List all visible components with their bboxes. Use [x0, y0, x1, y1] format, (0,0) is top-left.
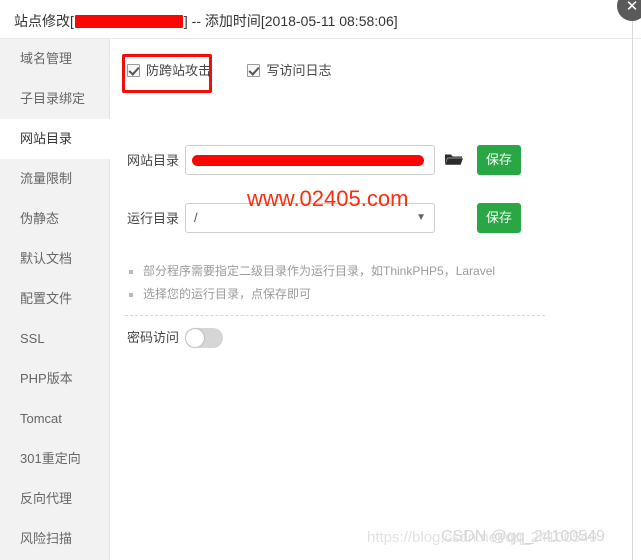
sidebar-item-reverse-proxy[interactable]: 反向代理 [0, 479, 109, 519]
checkbox-access-log[interactable]: 写访问日志 [247, 60, 331, 79]
checkbox-access-log-box[interactable] [247, 64, 261, 77]
options-row: 防跨站攻击 写访问日志 [127, 60, 363, 82]
run-directory-value: / [194, 210, 198, 225]
sidebar: 域名管理 子目录绑定 网站目录 流量限制 伪静态 默认文档 配置文件 SSL P… [0, 39, 110, 560]
checkbox-anti-crosssite-box[interactable] [127, 64, 140, 77]
sidebar-item-config-file[interactable]: 配置文件 [0, 279, 109, 319]
run-directory-label: 运行目录 [127, 211, 180, 226]
checkbox-access-log-label: 写访问日志 [266, 63, 332, 78]
page-title-suffix: ] -- 添加时间[2018-05-11 08:58:06] [183, 13, 398, 29]
run-directory-select[interactable]: / ▼ [185, 203, 435, 233]
sidebar-item-301-redirect[interactable]: 301重定向 [0, 439, 109, 479]
hint-item: 选择您的运行目录，点保存即可 [127, 283, 547, 306]
toggle-knob [186, 329, 204, 347]
page-title: 站点修改[ ] -- 添加时间[2018-05-11 08:58:06] [14, 11, 398, 31]
checkbox-anti-crosssite[interactable]: 防跨站攻击 [127, 60, 211, 79]
redacted-path-bar [192, 155, 424, 166]
folder-icon[interactable] [441, 145, 467, 175]
sidebar-item-traffic-limit[interactable]: 流量限制 [0, 159, 109, 199]
site-directory-input[interactable] [185, 145, 435, 175]
sidebar-item-ssl[interactable]: SSL [0, 319, 109, 359]
sidebar-item-default-document[interactable]: 默认文档 [0, 239, 109, 279]
site-directory-row: 网站目录 保存 [127, 145, 521, 177]
save-site-directory-button[interactable]: 保存 [477, 145, 521, 175]
sidebar-item-rewrite[interactable]: 伪静态 [0, 199, 109, 239]
sidebar-item-risk-scan[interactable]: 风险扫描 [0, 519, 109, 559]
sidebar-item-domain-manage[interactable]: 域名管理 [0, 39, 109, 79]
sidebar-item-php-version[interactable]: PHP版本 [0, 359, 109, 399]
sidebar-item-subdir-bind[interactable]: 子目录绑定 [0, 79, 109, 119]
site-directory-label: 网站目录 [127, 153, 180, 168]
hint-list: 部分程序需要指定二级目录作为运行目录，如ThinkPHP5，Laravel 选择… [127, 260, 547, 306]
sidebar-item-tomcat[interactable]: Tomcat [0, 399, 109, 439]
chevron-down-icon[interactable]: ▼ [416, 213, 426, 223]
content-panel: 防跨站攻击 写访问日志 网站目录 保存 运行目录 / ▼ 保存 部分程序需要指定二级目… [111, 39, 632, 560]
password-access-row: 密码访问 [127, 322, 223, 354]
password-access-toggle[interactable] [185, 328, 223, 348]
checkbox-anti-crosssite-label: 防跨站攻击 [146, 63, 212, 78]
run-directory-row: 运行目录 / ▼ 保存 [127, 203, 521, 235]
redacted-domain-bar [74, 15, 183, 28]
hint-item: 部分程序需要指定二级目录作为运行目录，如ThinkPHP5，Laravel [127, 260, 547, 283]
section-divider [125, 315, 545, 316]
sidebar-item-site-directory[interactable]: 网站目录 [0, 119, 110, 159]
save-run-directory-button[interactable]: 保存 [477, 203, 521, 233]
modal-header: 站点修改[ ] -- 添加时间[2018-05-11 08:58:06] [0, 0, 641, 39]
page-title-prefix: 站点修改[ [14, 13, 74, 29]
right-edge-border [632, 0, 633, 560]
password-access-label: 密码访问 [127, 330, 180, 345]
